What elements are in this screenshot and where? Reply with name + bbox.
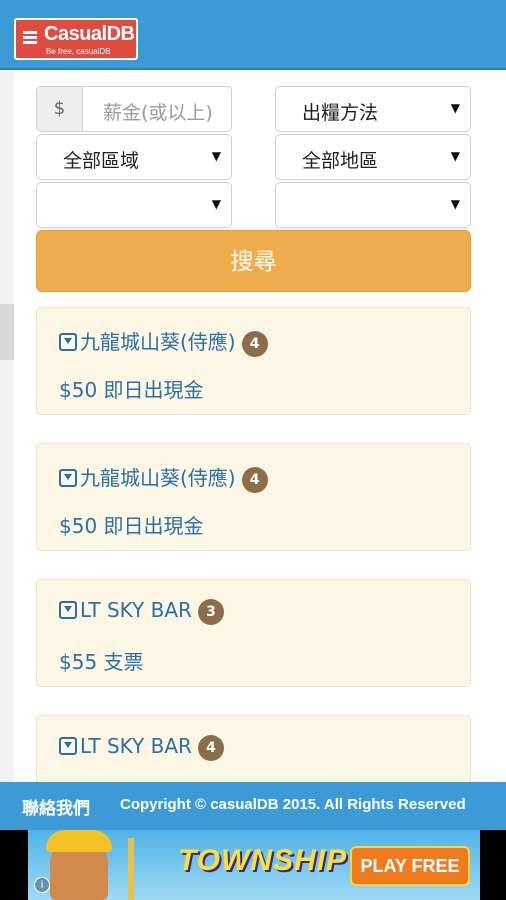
district-select[interactable]: 全部地區 ▼: [275, 134, 471, 180]
district-value: 全部地區: [302, 150, 379, 172]
footer-bar: 聯絡我們 Copyright © casualDB 2015. All Righ…: [0, 782, 506, 830]
count-badge: 4: [197, 735, 224, 761]
dropdown-arrow-icon: ▼: [450, 197, 460, 211]
job-title-row[interactable]: 九龍城山葵(侍應) 4: [59, 326, 268, 357]
crane-image: [128, 838, 134, 900]
expand-chevron-icon: [59, 601, 77, 619]
copyright-text: Copyright © casualDB 2015. All Rights Re…: [120, 796, 466, 813]
salary-placeholder: 薪金(或以上): [103, 102, 213, 124]
dropdown-arrow-icon: ▼: [211, 149, 221, 163]
search-button[interactable]: 搜尋: [36, 230, 471, 292]
region-select[interactable]: 全部區域 ▼: [36, 134, 232, 180]
count-badge: 4: [241, 467, 268, 493]
casualdb-logo[interactable]: CasualDB Be free, casualDB: [14, 18, 138, 60]
job-card[interactable]: LT SKY BAR 3 $55 支票: [36, 579, 471, 687]
dropdown-arrow-icon: ▼: [450, 149, 460, 163]
logo-name: CasualDB: [44, 23, 135, 45]
scroll-track: [0, 72, 14, 782]
count-badge: 3: [197, 599, 224, 625]
expand-chevron-icon: [59, 469, 77, 487]
logo-tagline: Be free, casualDB: [46, 47, 111, 56]
ad-artwork[interactable]: TOWNSHIP PLAY FREE: [28, 830, 480, 900]
menu-icon: [23, 31, 37, 46]
job-title: 九龍城山葵(侍應): [80, 466, 236, 490]
job-pay: $55 支票: [59, 650, 144, 674]
ad-banner[interactable]: TOWNSHIP PLAY FREE i: [0, 830, 506, 900]
job-title: LT SKY BAR: [80, 734, 192, 758]
job-pay: $50 即日出現金: [59, 514, 204, 538]
contact-us-link[interactable]: 聯絡我們: [22, 794, 90, 819]
job-card[interactable]: 九龍城山葵(侍應) 4 $50 即日出現金: [36, 443, 471, 551]
ad-info-icon[interactable]: i: [34, 877, 50, 893]
job-title: LT SKY BAR: [80, 598, 192, 622]
top-bar: CasualDB Be free, casualDB: [0, 0, 506, 70]
salary-input[interactable]: $ 薪金(或以上): [36, 86, 232, 132]
hard-hat-image: [46, 830, 112, 852]
dropdown-arrow-icon: ▼: [450, 101, 460, 115]
job-title-row[interactable]: LT SKY BAR 3: [59, 598, 224, 625]
ad-brand: TOWNSHIP: [178, 844, 348, 877]
extra-select-right[interactable]: ▼: [275, 182, 471, 228]
job-title: 九龍城山葵(侍應): [80, 330, 236, 354]
scroll-thumb[interactable]: [0, 304, 14, 360]
count-badge: 4: [241, 331, 268, 357]
extra-select-left[interactable]: ▼: [36, 182, 232, 228]
pay-method-value: 出糧方法: [302, 102, 379, 124]
region-value: 全部區域: [63, 150, 140, 172]
pay-method-select[interactable]: 出糧方法 ▼: [275, 86, 471, 132]
expand-chevron-icon: [59, 333, 77, 351]
dropdown-arrow-icon: ▼: [211, 197, 221, 211]
job-card[interactable]: 九龍城山葵(侍應) 4 $50 即日出現金: [36, 307, 471, 415]
currency-addon: $: [37, 87, 83, 131]
job-title-row[interactable]: LT SKY BAR 4: [59, 734, 224, 761]
expand-chevron-icon: [59, 737, 77, 755]
play-free-button[interactable]: PLAY FREE: [350, 846, 470, 886]
job-pay: $50 即日出現金: [59, 378, 204, 402]
job-title-row[interactable]: 九龍城山葵(侍應) 4: [59, 462, 268, 493]
